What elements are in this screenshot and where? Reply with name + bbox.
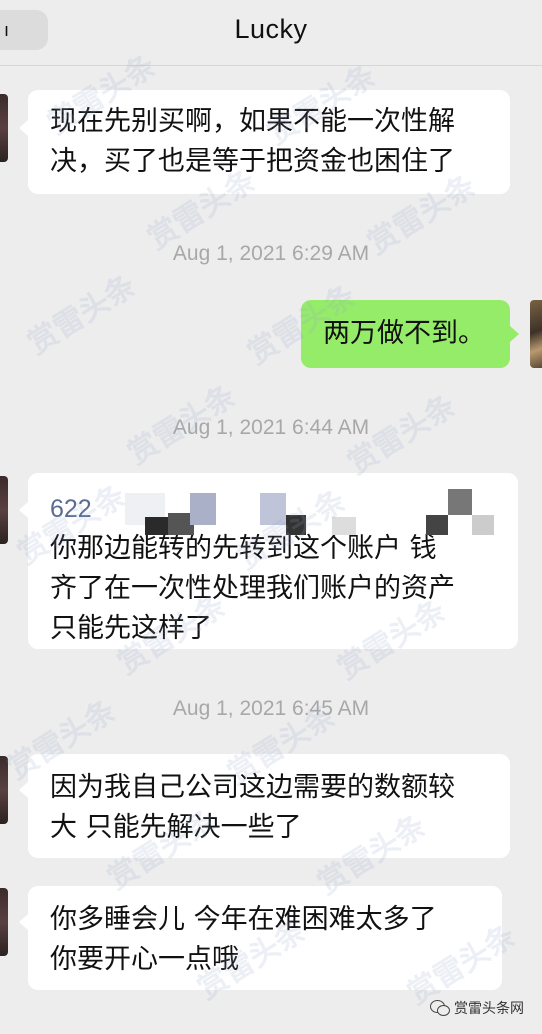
- message-timestamp: Aug 1, 2021 6:44 AM: [172, 416, 370, 439]
- message-line: 两万做不到。: [323, 318, 485, 349]
- corner-watermark: 赏雷头条网: [430, 998, 524, 1018]
- my-avatar[interactable]: [530, 300, 542, 368]
- message-line: 大 只能先解决一些了: [50, 812, 302, 843]
- message-line: 你多睡会儿 今年在难困难太多了: [50, 904, 437, 935]
- corner-watermark-text: 赏雷头条网: [454, 1001, 524, 1017]
- redacted-block: [145, 517, 169, 535]
- wechat-icon: [430, 1000, 450, 1016]
- message-line: 因为我自己公司这边需要的数额较: [50, 772, 455, 803]
- watermark: 赏雷头条: [21, 268, 143, 362]
- account-prefix: 622: [50, 495, 92, 523]
- message-timestamp: Aug 1, 2021 6:45 AM: [172, 697, 370, 720]
- bubble-tail: [510, 326, 519, 342]
- redacted-block: [286, 515, 306, 535]
- message-bubble[interactable]: 因为我自己公司这边需要的数额较 大 只能先解决一些了: [28, 754, 510, 858]
- chat-title: Lucky: [234, 14, 308, 44]
- redacted-block: [190, 493, 216, 525]
- message-line: 齐了在一次性处理我们账户的资产: [50, 573, 455, 604]
- message-bubble[interactable]: 622 你那边能转的先转到这个账户 钱 齐了在一次性处理我们账户的资产 只能先这…: [28, 473, 518, 649]
- bubble-tail: [19, 782, 28, 798]
- contact-avatar[interactable]: [0, 94, 8, 162]
- redacted-block: [260, 493, 286, 525]
- bubble-tail: [19, 120, 28, 136]
- chat-header: ı Lucky: [0, 0, 542, 66]
- redacted-block: [472, 515, 494, 535]
- contact-avatar[interactable]: [0, 476, 8, 544]
- redacted-block: [332, 517, 356, 535]
- account-number[interactable]: 622: [50, 489, 496, 535]
- message-line: 决，买了也是等于把资金也困住了: [50, 146, 455, 177]
- message-line: 你那边能转的先转到这个账户 钱: [50, 533, 437, 564]
- contact-avatar[interactable]: [0, 888, 8, 956]
- message-line: 只能先这样了: [50, 613, 212, 644]
- redacted-block: [448, 489, 472, 515]
- message-bubble[interactable]: 现在先别买啊，如果不能一次性解 决，买了也是等于把资金也困住了: [28, 90, 510, 194]
- message-line: 现在先别买啊，如果不能一次性解: [50, 106, 455, 137]
- my-message-bubble[interactable]: 两万做不到。: [301, 300, 510, 368]
- redacted-block: [426, 515, 448, 535]
- bubble-tail: [19, 914, 28, 930]
- message-bubble[interactable]: 你多睡会儿 今年在难困难太多了 你要开心一点哦: [28, 886, 502, 990]
- message-timestamp: Aug 1, 2021 6:29 AM: [172, 242, 370, 265]
- contact-avatar[interactable]: [0, 756, 8, 824]
- message-line: 你要开心一点哦: [50, 944, 239, 975]
- bubble-tail: [19, 502, 28, 518]
